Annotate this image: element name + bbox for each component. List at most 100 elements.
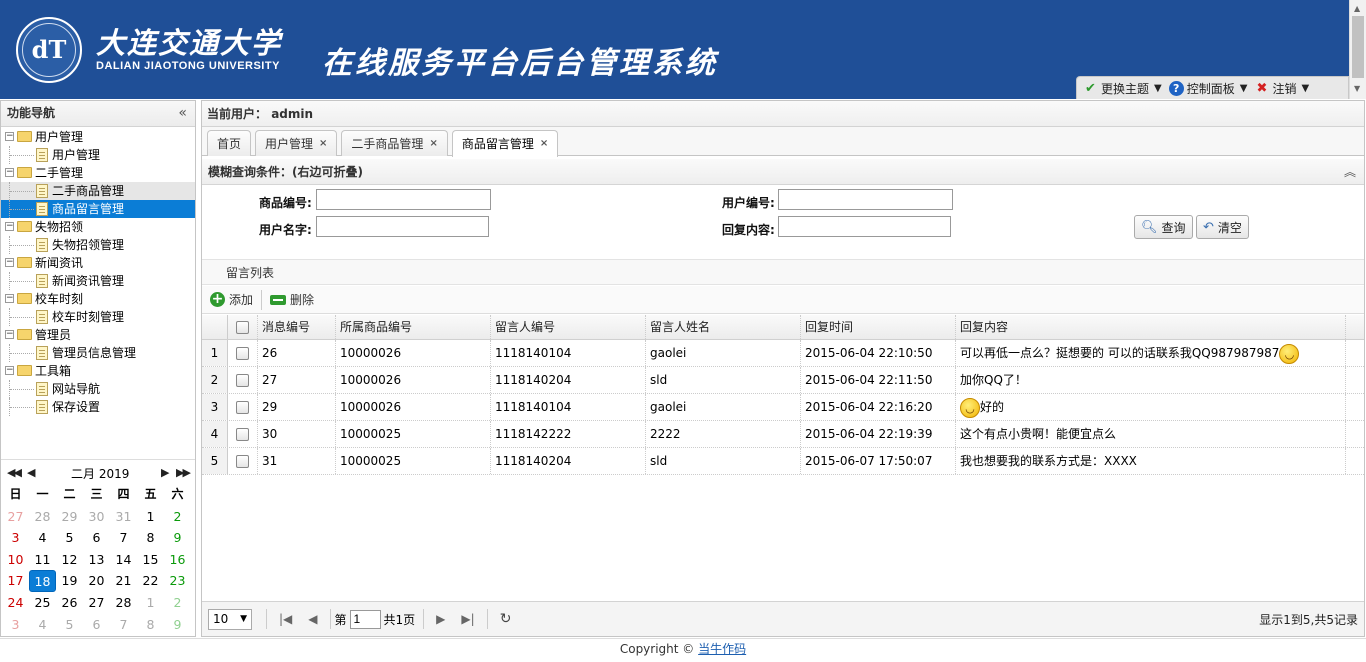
row-checkbox[interactable] [236, 427, 249, 441]
select-all-checkbox[interactable] [236, 320, 249, 334]
tree-group[interactable]: − 失物招领 [1, 218, 195, 236]
prev-month-icon[interactable]: ◀ [27, 466, 36, 479]
tree-group[interactable]: − 校车时刻 [1, 290, 195, 308]
collapse-toggle-icon[interactable]: − [5, 294, 14, 303]
calendar-day[interactable]: 27 [2, 506, 29, 528]
calendar-day[interactable]: 23 [164, 570, 191, 592]
page-number-input[interactable] [349, 609, 381, 629]
next-month-icon[interactable]: ▶ [161, 466, 170, 479]
calendar-day[interactable]: 9 [164, 527, 191, 549]
calendar-day[interactable]: 21 [110, 570, 137, 592]
calendar-day[interactable]: 19 [56, 570, 83, 592]
author-link[interactable]: 当牛作码 [698, 642, 746, 656]
last-page-icon[interactable]: ▶| [461, 612, 474, 626]
scroll-down-icon[interactable]: ▼ [1354, 84, 1360, 93]
tree-item[interactable]: 网站导航 [1, 380, 195, 398]
tree-group[interactable]: − 管理员 [1, 326, 195, 344]
next-page-icon[interactable]: ▶ [436, 612, 445, 626]
table-row[interactable]: 2 27 10000026 1118140204 sld 2015-06-04 22:11… [202, 367, 1364, 394]
calendar-day[interactable]: 5 [56, 614, 83, 636]
row-checkbox[interactable] [236, 400, 249, 414]
logout-button[interactable]: ✖ 注销 ▼ [1254, 80, 1309, 97]
page-scrollbar[interactable]: ▲ ▼ [1349, 0, 1366, 99]
collapse-up-icon[interactable]: ︽ [1344, 159, 1356, 185]
calendar-day[interactable]: 27 [83, 592, 110, 614]
calendar-day[interactable]: 8 [137, 527, 164, 549]
user-no-input[interactable] [778, 189, 953, 210]
table-row[interactable]: 5 31 10000025 1118140204 sld 2015-06-07 17:50… [202, 448, 1364, 475]
reply-input[interactable] [778, 216, 951, 237]
calendar-day[interactable]: 4 [29, 527, 56, 549]
calendar-day[interactable]: 1 [137, 592, 164, 614]
column-header[interactable]: 留言人编号 [491, 315, 646, 339]
add-button[interactable]: + 添加 [210, 291, 253, 308]
table-row[interactable]: 4 30 10000025 1118142222 2222 2015-06-04 22:1… [202, 421, 1364, 448]
column-header[interactable]: 留言人姓名 [646, 315, 801, 339]
search-button[interactable]: 🔍︎ 查询 [1134, 215, 1193, 239]
collapse-left-icon[interactable]: « [178, 101, 187, 126]
calendar-day[interactable]: 31 [110, 506, 137, 528]
row-checkbox[interactable] [236, 346, 249, 360]
prev-page-icon[interactable]: ◀ [308, 612, 317, 626]
tree-item[interactable]: 失物招领管理 [1, 236, 195, 254]
goods-no-input[interactable] [316, 189, 491, 210]
change-theme-button[interactable]: ✔ 更换主题 ▼ [1083, 80, 1162, 97]
user-name-input[interactable] [316, 216, 489, 237]
calendar-day[interactable]: 28 [110, 592, 137, 614]
calendar-day[interactable]: 15 [137, 549, 164, 571]
calendar-day[interactable]: 16 [164, 549, 191, 571]
column-header[interactable]: 回复内容 [956, 315, 1346, 339]
row-checkbox[interactable] [236, 454, 249, 468]
collapse-toggle-icon[interactable]: − [5, 330, 14, 339]
table-row[interactable]: 3 29 10000026 1118140104 gaolei 2015-06-04 22… [202, 394, 1364, 421]
calendar-day[interactable]: 7 [110, 527, 137, 549]
calendar-day[interactable]: 24 [2, 592, 29, 614]
column-header[interactable]: 回复时间 [801, 315, 956, 339]
calendar-title[interactable]: 二月 2019 [71, 465, 129, 482]
column-header[interactable]: 所属商品编号 [336, 315, 491, 339]
calendar-day[interactable]: 22 [137, 570, 164, 592]
control-panel-button[interactable]: ? 控制面板 ▼ [1168, 80, 1247, 97]
calendar-day[interactable]: 28 [29, 506, 56, 528]
calendar-day[interactable]: 4 [29, 614, 56, 636]
collapse-toggle-icon[interactable]: − [5, 222, 14, 231]
calendar-day[interactable]: 14 [110, 549, 137, 571]
calendar-day[interactable]: 2 [164, 592, 191, 614]
clear-button[interactable]: ↶ 清空 [1196, 215, 1249, 239]
calendar-day[interactable]: 6 [83, 527, 110, 549]
tree-item[interactable]: 二手商品管理 [1, 182, 195, 200]
tab[interactable]: 商品留言管理 × [451, 130, 559, 157]
calendar-day[interactable]: 17 [2, 570, 29, 592]
calendar-day[interactable]: 5 [56, 527, 83, 549]
column-header[interactable]: 消息编号 [258, 315, 336, 339]
tree-item[interactable]: 校车时刻管理 [1, 308, 195, 326]
tree-group[interactable]: − 二手管理 [1, 164, 195, 182]
calendar-day[interactable]: 6 [83, 614, 110, 636]
close-icon[interactable]: × [429, 132, 437, 156]
calendar-day[interactable]: 7 [110, 614, 137, 636]
calendar-day[interactable]: 10 [2, 549, 29, 571]
refresh-icon[interactable]: ↻ [500, 611, 512, 627]
next-year-icon[interactable]: ▶▶ [176, 466, 191, 479]
calendar-day[interactable]: 26 [56, 592, 83, 614]
calendar-day[interactable]: 9 [164, 614, 191, 636]
tree-item[interactable]: 新闻资讯管理 [1, 272, 195, 290]
calendar-day[interactable]: 3 [2, 614, 29, 636]
tree-group[interactable]: − 工具箱 [1, 362, 195, 380]
row-checkbox[interactable] [236, 373, 249, 387]
calendar-day[interactable]: 12 [56, 549, 83, 571]
page-size-select[interactable]: 10 ▼ [208, 608, 252, 630]
calendar-day[interactable]: 2 [164, 506, 191, 528]
calendar-day[interactable]: 13 [83, 549, 110, 571]
calendar-day[interactable]: 8 [137, 614, 164, 636]
scroll-up-icon[interactable]: ▲ [1354, 4, 1360, 13]
collapse-toggle-icon[interactable]: − [5, 366, 14, 375]
first-page-icon[interactable]: |◀ [279, 612, 292, 626]
collapse-toggle-icon[interactable]: − [5, 132, 14, 141]
tree-item[interactable]: 保存设置 [1, 398, 195, 416]
calendar-day[interactable]: 25 [29, 592, 56, 614]
calendar-day[interactable]: 30 [83, 506, 110, 528]
tree-item[interactable]: 商品留言管理 [1, 200, 195, 218]
delete-button[interactable]: 删除 [270, 291, 314, 308]
prev-year-icon[interactable]: ◀◀ [7, 466, 22, 479]
